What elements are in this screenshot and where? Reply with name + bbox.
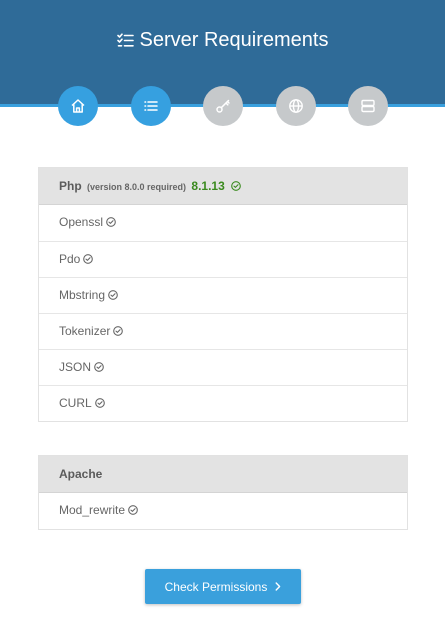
- step-final[interactable]: [348, 86, 388, 126]
- list-item: Mbstring: [39, 277, 407, 313]
- step-environment[interactable]: [276, 86, 316, 126]
- extension-name: Openssl: [59, 215, 104, 229]
- php-current-version: 8.1.13: [191, 179, 225, 193]
- extension-name: Pdo: [59, 252, 81, 266]
- checklist-icon: [116, 29, 134, 55]
- globe-icon: [288, 98, 304, 114]
- check-circle-icon: [94, 351, 104, 386]
- php-required-version: (version 8.0.0 required): [87, 182, 187, 192]
- apache-label: Apache: [59, 467, 103, 481]
- step-permissions[interactable]: [203, 86, 243, 126]
- step-requirements[interactable]: [131, 86, 171, 126]
- extension-name: JSON: [59, 360, 92, 374]
- extension-name: CURL: [59, 396, 92, 410]
- wizard-steps: [0, 86, 445, 128]
- check-circle-icon: [128, 494, 138, 529]
- apache-requirements-panel: Apache Mod_rewrite: [38, 455, 408, 530]
- list-item: Tokenizer: [39, 313, 407, 349]
- check-circle-icon: [83, 243, 94, 278]
- list-item: Mod_rewrite: [39, 493, 407, 529]
- chevron-right-icon: [275, 580, 281, 594]
- php-label: Php: [59, 179, 82, 193]
- page-title: Server Requirements: [0, 27, 445, 55]
- check-circle-icon: [106, 206, 116, 241]
- list-item: JSON: [39, 349, 407, 385]
- list-icon: [143, 98, 159, 114]
- check-circle-icon: [108, 279, 118, 314]
- list-item: Pdo: [39, 241, 407, 277]
- home-icon: [70, 98, 86, 114]
- module-name: Mod_rewrite: [59, 503, 126, 517]
- check-circle-icon: [231, 169, 241, 205]
- key-icon: [215, 98, 231, 114]
- server-icon: [360, 98, 376, 114]
- extension-name: Tokenizer: [59, 324, 111, 338]
- list-item: Openssl: [39, 205, 407, 241]
- step-home[interactable]: [58, 86, 98, 126]
- check-permissions-button[interactable]: Check Permissions: [145, 569, 301, 604]
- php-panel-header: Php (version 8.0.0 required) 8.1.13: [39, 168, 407, 205]
- list-item: CURL: [39, 385, 407, 421]
- page-title-text: Server Requirements: [139, 29, 329, 51]
- apache-panel-header: Apache: [39, 456, 407, 493]
- check-permissions-label: Check Permissions: [164, 579, 268, 594]
- check-circle-icon: [113, 315, 124, 350]
- check-circle-icon: [94, 387, 105, 422]
- extension-name: Mbstring: [59, 288, 106, 302]
- php-requirements-panel: Php (version 8.0.0 required) 8.1.13 Open…: [38, 167, 408, 422]
